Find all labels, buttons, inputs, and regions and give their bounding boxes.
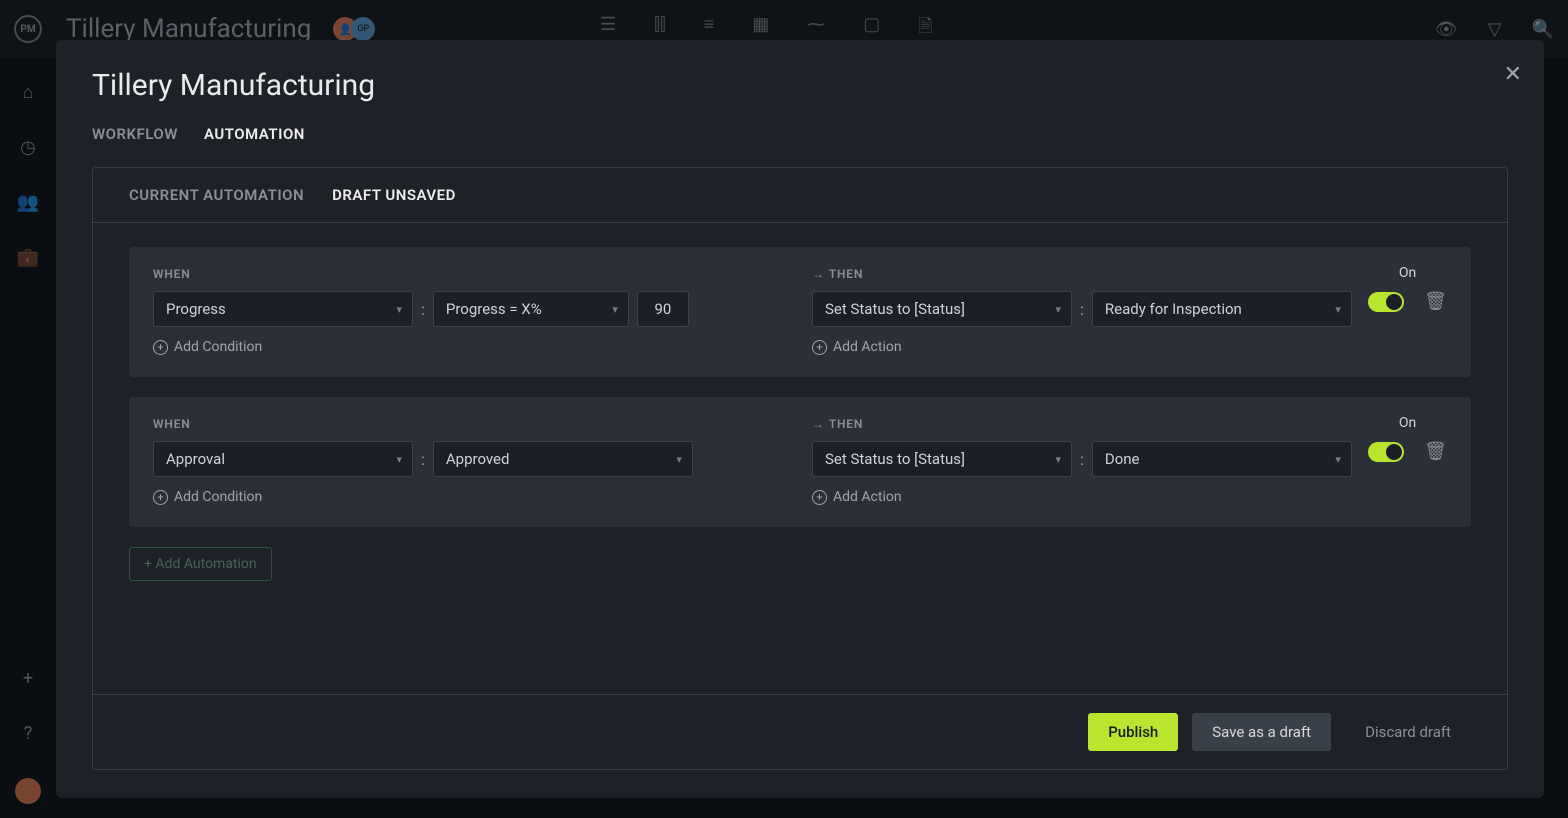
toggle-label: On — [1399, 415, 1416, 431]
plus-circle-icon: + — [153, 340, 168, 355]
rule-when-col: WHEN Approval : Approved + Add Condition — [153, 417, 788, 505]
user-avatar-icon[interactable] — [15, 778, 41, 804]
automation-modal: ✕ Tillery Manufacturing WORKFLOW AUTOMAT… — [56, 40, 1544, 798]
add-condition-button[interactable]: + Add Condition — [153, 339, 788, 355]
then-label: → THEN — [812, 267, 1447, 281]
briefcase-icon[interactable]: 💼 — [17, 247, 39, 268]
close-button[interactable]: ✕ — [1504, 62, 1522, 87]
action-value-select[interactable]: Done — [1092, 441, 1352, 477]
colon: : — [1080, 450, 1084, 469]
avatar-2: GP — [351, 17, 375, 41]
when-label: WHEN — [153, 417, 788, 431]
topbar-right: 👁 ▽ 🔍 — [1435, 19, 1554, 40]
rule-when-col: WHEN Progress : Progress = X% + Add Cond… — [153, 267, 788, 355]
panel-footer: Publish Save as a draft Discard draft — [93, 694, 1507, 769]
add-condition-label: Add Condition — [174, 339, 262, 355]
filter-icon[interactable]: ▽ — [1488, 19, 1502, 40]
arrow-right-icon: → — [812, 267, 825, 281]
rule-then-col: → THEN Set Status to [Status] : Done + Ad… — [812, 417, 1447, 505]
trash-icon[interactable]: 🗑 — [1424, 441, 1447, 462]
eye-icon[interactable]: 👁 — [1435, 19, 1458, 40]
rule-then-col: → THEN Set Status to [Status] : Ready for… — [812, 267, 1447, 355]
colon: : — [421, 450, 425, 469]
publish-button[interactable]: Publish — [1088, 713, 1178, 751]
subtab-current[interactable]: CURRENT AUTOMATION — [129, 186, 304, 204]
rule-side: On 🗑 — [1368, 415, 1447, 462]
tab-workflow[interactable]: WORKFLOW — [92, 125, 178, 143]
help-icon[interactable]: ? — [24, 723, 33, 744]
automation-rule: WHEN Progress : Progress = X% + Add Cond… — [129, 247, 1471, 377]
tab-automation[interactable]: AUTOMATION — [204, 125, 305, 143]
trigger-op-select[interactable]: Approved — [433, 441, 693, 477]
clock-icon[interactable]: ◷ — [20, 137, 36, 158]
when-row: Approval : Approved — [153, 441, 788, 477]
plus-circle-icon: + — [812, 340, 827, 355]
then-text: THEN — [829, 267, 863, 281]
rule-toggle[interactable] — [1368, 292, 1404, 312]
add-action-label: Add Action — [833, 339, 902, 355]
subtab-draft[interactable]: DRAFT UNSAVED — [332, 186, 456, 204]
team-icon[interactable]: 👥 — [17, 192, 39, 213]
arrow-right-icon: → — [812, 417, 825, 431]
trigger-op-select[interactable]: Progress = X% — [433, 291, 629, 327]
then-row: Set Status to [Status] : Ready for Inspe… — [812, 291, 1447, 327]
home-icon[interactable]: ⌂ — [23, 82, 34, 103]
when-row: Progress : Progress = X% — [153, 291, 788, 327]
rule-side: On 🗑 — [1368, 265, 1447, 312]
save-draft-button[interactable]: Save as a draft — [1192, 713, 1331, 751]
trigger-field-select[interactable]: Approval — [153, 441, 413, 477]
trigger-value-input[interactable] — [637, 291, 689, 327]
colon: : — [1080, 300, 1084, 319]
panel-subtabs: CURRENT AUTOMATION DRAFT UNSAVED — [93, 168, 1507, 223]
discard-draft-button[interactable]: Discard draft — [1345, 713, 1471, 751]
action-field-select[interactable]: Set Status to [Status] — [812, 441, 1072, 477]
automation-rule: WHEN Approval : Approved + Add Condition… — [129, 397, 1471, 527]
modal-title: Tillery Manufacturing — [92, 68, 1508, 103]
add-condition-button[interactable]: + Add Condition — [153, 489, 788, 505]
rule-toggle[interactable] — [1368, 442, 1404, 462]
then-row: Set Status to [Status] : Done — [812, 441, 1447, 477]
plus-circle-icon: + — [153, 490, 168, 505]
avatar-stack: 👤 GP — [333, 17, 375, 41]
search-icon[interactable]: 🔍 — [1532, 19, 1554, 40]
when-label: WHEN — [153, 267, 788, 281]
add-action-button[interactable]: + Add Action — [812, 489, 1447, 505]
then-text: THEN — [829, 417, 863, 431]
app-logo: PM — [14, 15, 42, 43]
add-automation-button[interactable]: + Add Automation — [129, 547, 272, 581]
add-action-button[interactable]: + Add Action — [812, 339, 1447, 355]
action-value-select[interactable]: Ready for Inspection — [1092, 291, 1352, 327]
trash-icon[interactable]: 🗑 — [1424, 291, 1447, 312]
trigger-field-select[interactable]: Progress — [153, 291, 413, 327]
panel-body: WHEN Progress : Progress = X% + Add Cond… — [93, 223, 1507, 694]
plus-circle-icon: + — [812, 490, 827, 505]
colon: : — [421, 300, 425, 319]
add-condition-label: Add Condition — [174, 489, 262, 505]
then-label: → THEN — [812, 417, 1447, 431]
add-action-label: Add Action — [833, 489, 902, 505]
toggle-label: On — [1399, 265, 1416, 281]
action-field-select[interactable]: Set Status to [Status] — [812, 291, 1072, 327]
automation-panel: CURRENT AUTOMATION DRAFT UNSAVED WHEN Pr… — [92, 167, 1508, 770]
app-sidebar: ⌂ ◷ 👥 💼 + ? — [0, 58, 56, 818]
plus-icon[interactable]: + — [23, 668, 33, 689]
modal-tabs: WORKFLOW AUTOMATION — [92, 125, 1508, 143]
